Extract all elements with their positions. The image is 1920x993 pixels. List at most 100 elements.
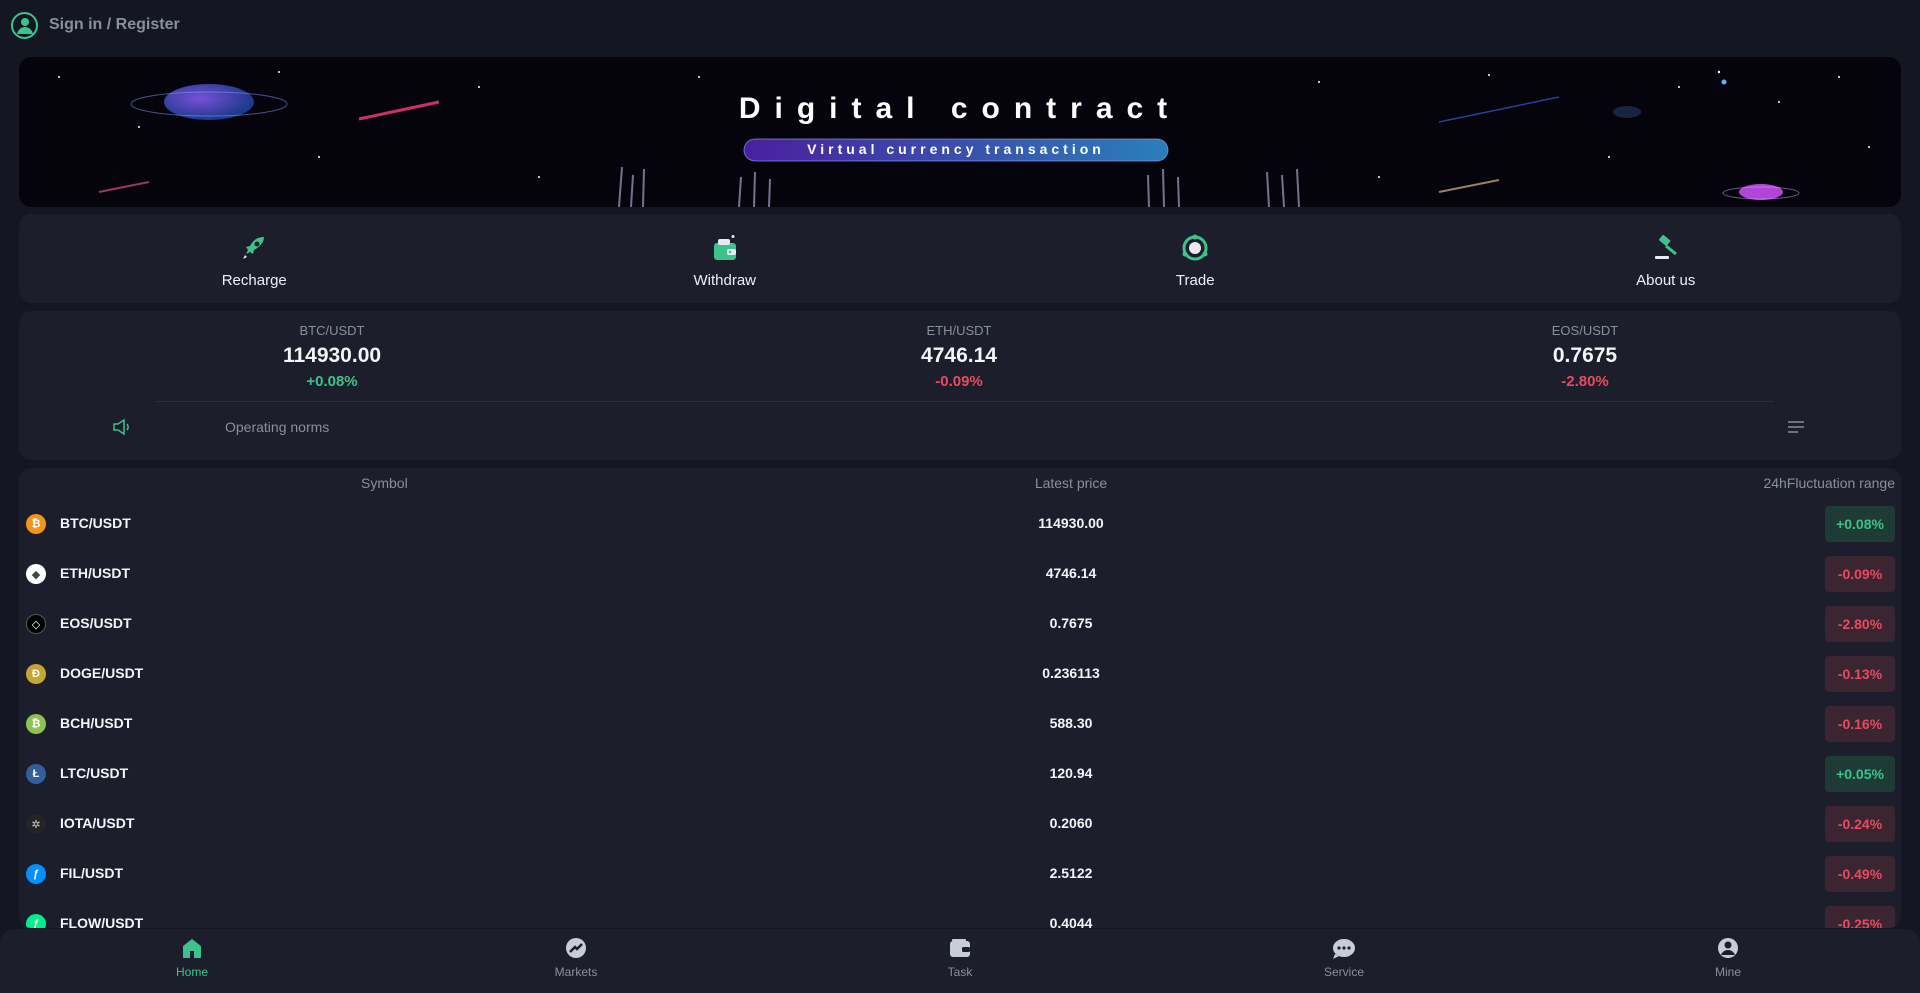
- ticker-symbol: ETH/USDT: [926, 323, 992, 338]
- recharge-button[interactable]: Recharge: [19, 214, 490, 303]
- banner-title: Digital contract: [739, 92, 1181, 125]
- table-row[interactable]: ◆ ETH/USDT 4746.14 -0.09%: [19, 548, 1901, 598]
- dogecoin-icon: Ð: [26, 664, 46, 684]
- about-us-button[interactable]: About us: [1431, 214, 1902, 303]
- row-change-badge: -0.25%: [1825, 906, 1895, 928]
- ticker-price: 0.7675: [1552, 344, 1618, 367]
- flow-icon: ƒ: [26, 914, 46, 928]
- nav-task[interactable]: Task: [768, 929, 1152, 993]
- ticker-eos[interactable]: EOS/USDT 0.7675 -2.80%: [1485, 323, 1685, 390]
- row-price: 114930.00: [1038, 515, 1104, 531]
- nav-mine[interactable]: Mine: [1536, 929, 1920, 993]
- avatar-icon[interactable]: [11, 11, 38, 39]
- wallet-icon: [708, 231, 742, 265]
- table-row[interactable]: ✲ IOTA/USDT 0.2060 -0.24%: [19, 798, 1901, 848]
- rocket-icon: [237, 231, 271, 265]
- row-change-badge: +0.08%: [1825, 506, 1895, 542]
- table-row[interactable]: Ł LTC/USDT 120.94 +0.05%: [19, 748, 1901, 798]
- row-symbol: BCH/USDT: [60, 715, 133, 731]
- litecoin-icon: Ł: [26, 764, 46, 784]
- row-price: 0.7675: [1049, 615, 1093, 631]
- row-symbol: FIL/USDT: [60, 865, 123, 881]
- menu-list-icon[interactable]: [1787, 420, 1805, 439]
- nav-markets-label: Markets: [554, 965, 598, 979]
- ticker-panel: BTC/USDT 114930.00 +0.08% ETH/USDT 4746.…: [19, 311, 1901, 460]
- column-latest-price: Latest price: [1034, 475, 1108, 491]
- trade-icon: [1178, 231, 1212, 265]
- eos-icon: ◇: [26, 614, 46, 634]
- iota-icon: ✲: [26, 814, 46, 834]
- table-row[interactable]: Ð DOGE/USDT 0.236113 -0.13%: [19, 648, 1901, 698]
- nav-mine-label: Mine: [1714, 965, 1741, 979]
- promo-banner[interactable]: Digital contract Virtual currency transa…: [19, 57, 1901, 207]
- bitcoin-cash-icon: ₿: [26, 714, 46, 734]
- market-table: Symbol Latest price 24hFluctuation range…: [19, 468, 1901, 928]
- task-icon: [947, 935, 973, 961]
- trade-label: Trade: [1175, 272, 1215, 289]
- row-symbol: ETH/USDT: [60, 565, 130, 581]
- ticker-eth[interactable]: ETH/USDT 4746.14 -0.09%: [859, 323, 1059, 390]
- row-price: 2.5122: [1049, 865, 1093, 881]
- signin-register-link[interactable]: Sign in / Register: [49, 16, 180, 34]
- ticker-symbol: EOS/USDT: [1551, 323, 1619, 338]
- ticker-change: -0.09%: [935, 373, 983, 390]
- table-row[interactable]: ƒ FLOW/USDT 0.4044 -0.25%: [19, 898, 1901, 928]
- bottom-navigation: Home Markets Task Service Mine: [0, 929, 1920, 993]
- row-symbol: DOGE/USDT: [60, 665, 144, 681]
- withdraw-button[interactable]: Withdraw: [490, 214, 961, 303]
- table-row[interactable]: ₿ BCH/USDT 588.30 -0.16%: [19, 698, 1901, 748]
- ticker-price: 114930.00: [282, 344, 382, 367]
- row-price: 120.94: [1049, 765, 1093, 781]
- speaker-icon: [112, 418, 132, 441]
- row-symbol: LTC/USDT: [60, 765, 129, 781]
- row-symbol: BTC/USDT: [60, 515, 131, 531]
- row-price: 0.236113: [1042, 665, 1100, 681]
- recharge-label: Recharge: [221, 272, 287, 289]
- top-header: Sign in / Register: [0, 0, 1920, 50]
- row-change-badge: +0.05%: [1825, 756, 1895, 792]
- gavel-icon: [1649, 231, 1683, 265]
- nav-service-label: Service: [1323, 965, 1364, 979]
- table-row[interactable]: ₿ BTC/USDT 114930.00 +0.08%: [19, 498, 1901, 548]
- divider: [156, 401, 1774, 402]
- column-symbol: Symbol: [361, 475, 408, 491]
- trade-button[interactable]: Trade: [960, 214, 1431, 303]
- column-fluctuation: 24hFluctuation range: [1763, 475, 1895, 491]
- nav-markets[interactable]: Markets: [384, 929, 768, 993]
- table-row[interactable]: ƒ FIL/USDT 2.5122 -0.49%: [19, 848, 1901, 898]
- nav-home[interactable]: Home: [0, 929, 384, 993]
- notice-text[interactable]: Operating norms: [225, 419, 329, 435]
- nav-service[interactable]: Service: [1152, 929, 1536, 993]
- ticker-btc[interactable]: BTC/USDT 114930.00 +0.08%: [232, 323, 432, 390]
- row-change-badge: -0.16%: [1825, 706, 1895, 742]
- row-symbol: FLOW/USDT: [60, 915, 144, 928]
- table-row[interactable]: ◇ EOS/USDT 0.7675 -2.80%: [19, 598, 1901, 648]
- ticker-change: -2.80%: [1561, 373, 1609, 390]
- home-icon: [179, 935, 205, 961]
- table-header: Symbol Latest price 24hFluctuation range: [19, 468, 1901, 498]
- user-icon: [1715, 935, 1741, 961]
- nav-home-label: Home: [175, 965, 208, 979]
- notice-bar[interactable]: Operating norms: [19, 415, 1901, 441]
- withdraw-label: Withdraw: [693, 272, 756, 289]
- row-price: 588.30: [1049, 715, 1093, 731]
- filecoin-icon: ƒ: [26, 864, 46, 884]
- quick-actions: Recharge Withdraw Trade About us: [19, 214, 1901, 303]
- row-change-badge: -0.13%: [1825, 656, 1895, 692]
- row-price: 0.2060: [1049, 815, 1093, 831]
- banner-subtitle: Virtual currency transaction: [807, 141, 1105, 157]
- about-us-label: About us: [1636, 272, 1696, 289]
- row-change-badge: -2.80%: [1825, 606, 1895, 642]
- ticker-change: +0.08%: [306, 373, 358, 390]
- row-change-badge: -0.24%: [1825, 806, 1895, 842]
- ticker-price: 4746.14: [921, 344, 997, 367]
- ethereum-icon: ◆: [26, 564, 46, 584]
- row-symbol: EOS/USDT: [60, 615, 132, 631]
- row-price: 0.4044: [1049, 915, 1093, 928]
- ticker-symbol: BTC/USDT: [299, 323, 365, 338]
- markets-icon: [563, 935, 589, 961]
- row-price: 4746.14: [1045, 565, 1097, 581]
- nav-task-label: Task: [947, 965, 973, 979]
- row-change-badge: -0.09%: [1825, 556, 1895, 592]
- bitcoin-icon: ₿: [26, 514, 46, 534]
